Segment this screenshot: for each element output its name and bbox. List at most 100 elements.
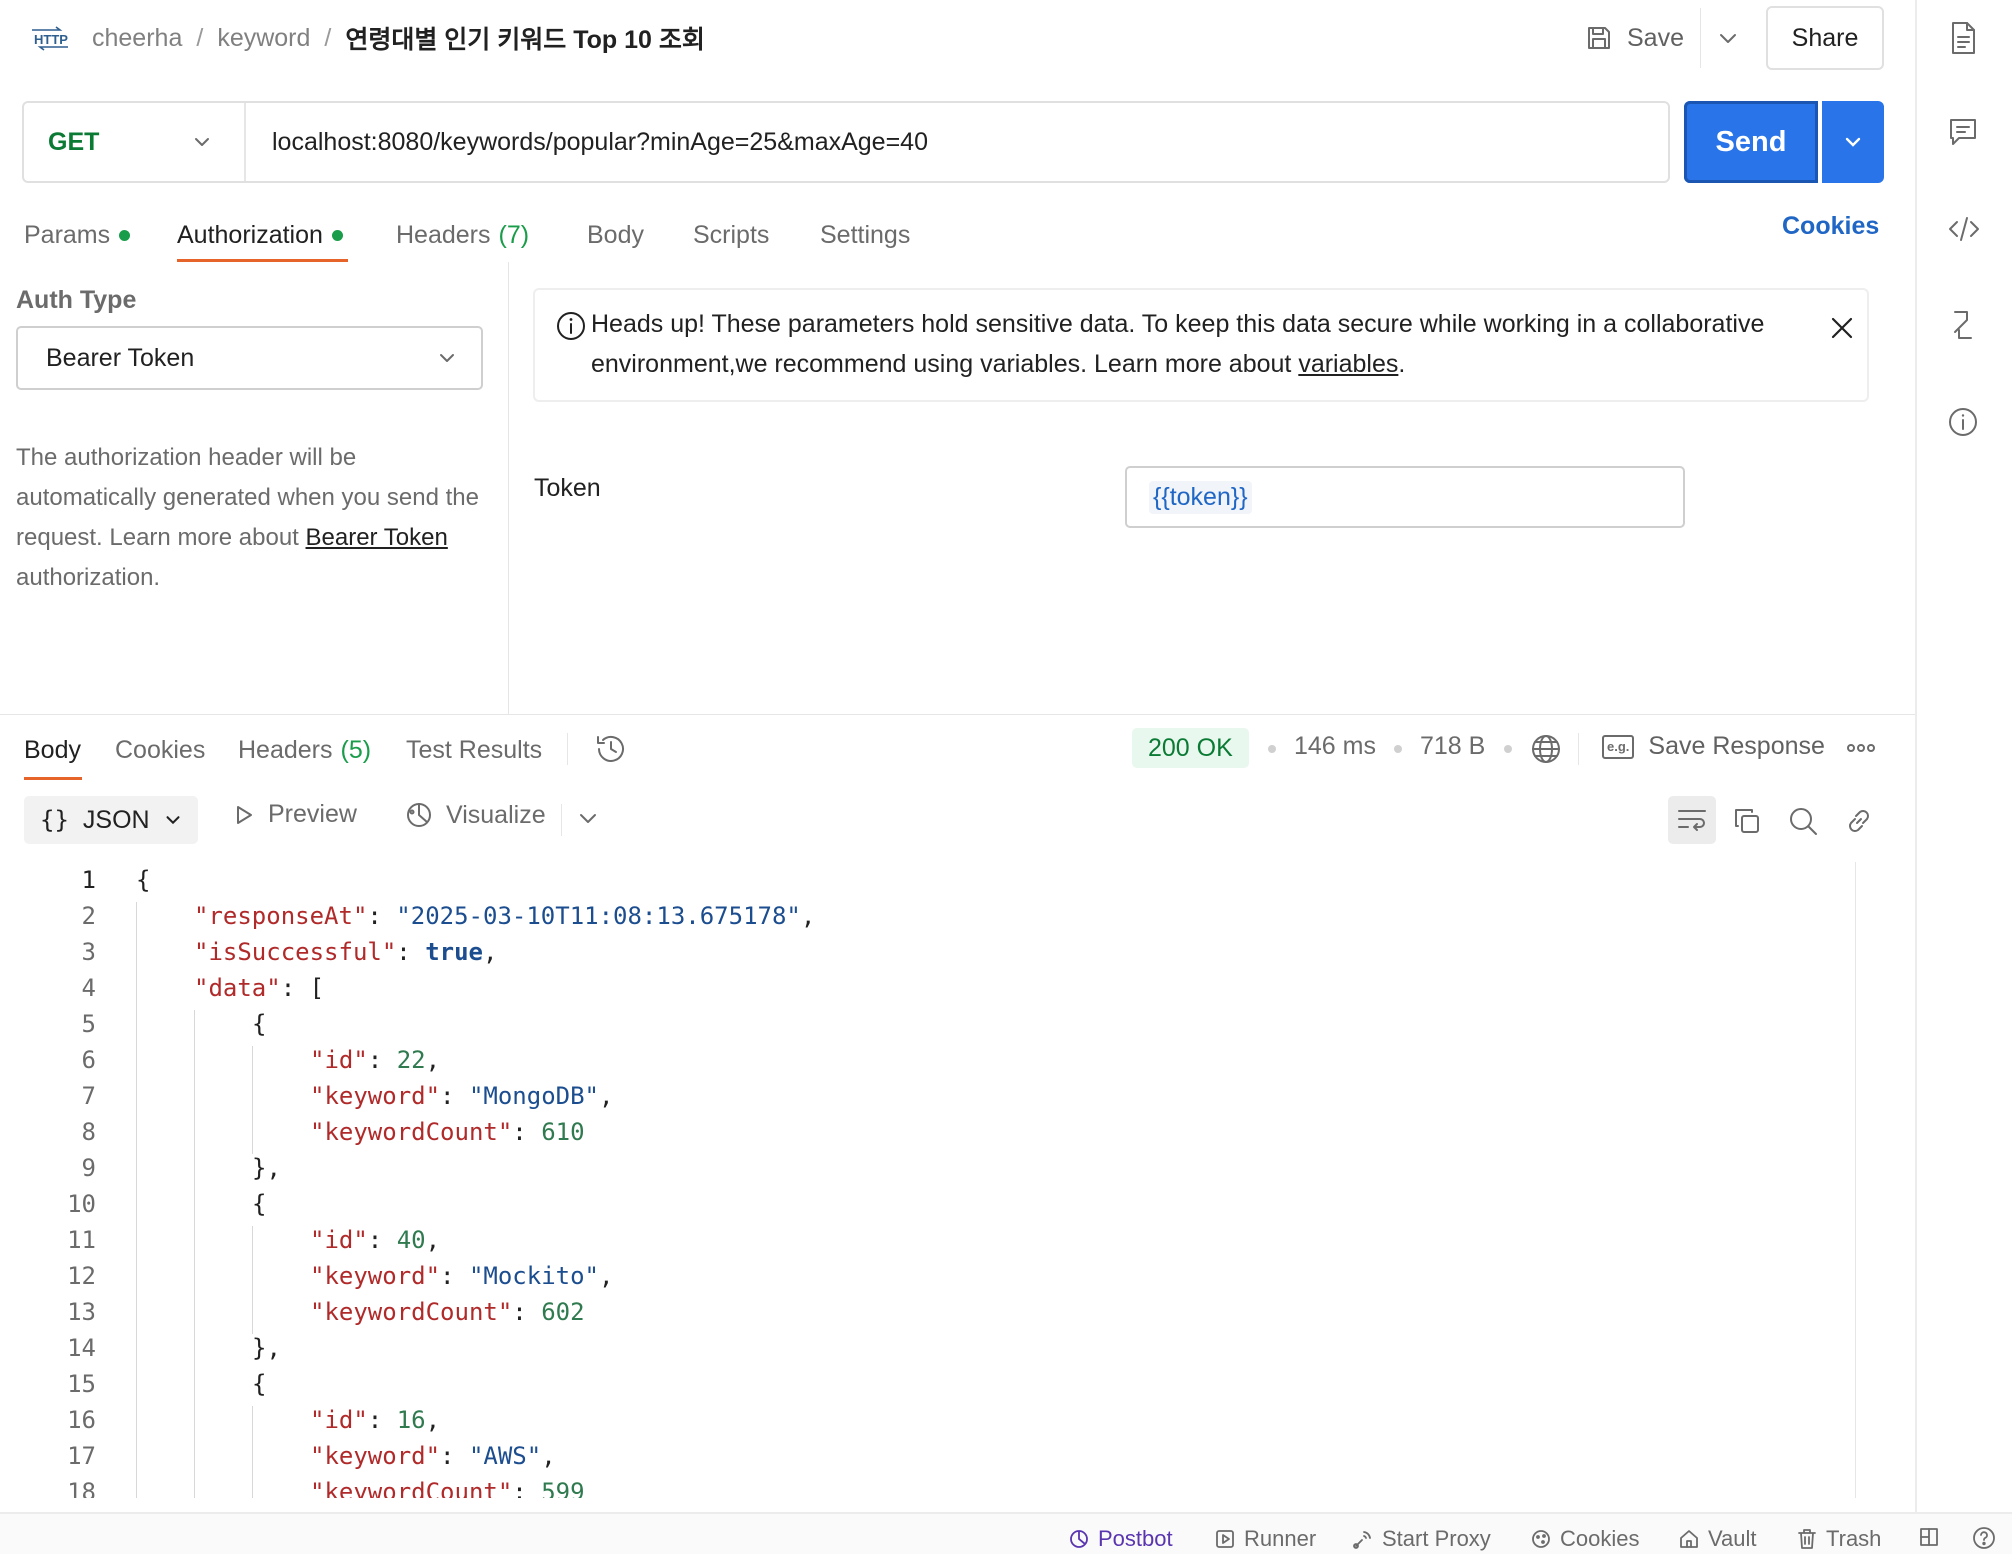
method-select[interactable]: GET xyxy=(24,103,246,181)
tab-settings[interactable]: Settings xyxy=(820,210,910,260)
tab-scripts[interactable]: Scripts xyxy=(693,210,769,260)
globe-icon[interactable] xyxy=(1529,732,1563,766)
code-line[interactable]: "keywordCount": 610 xyxy=(310,1118,585,1146)
layout-toggle-icon[interactable] xyxy=(1918,1526,1948,1548)
breadcrumb-workspace[interactable]: cheerha xyxy=(92,24,182,53)
code-token: "keyword" xyxy=(310,1442,441,1470)
editor-scrollbar[interactable] xyxy=(1855,862,1856,1498)
response-tab-body[interactable]: Body xyxy=(24,730,81,770)
runner-button[interactable]: Runner xyxy=(1214,1526,1316,1552)
request-name[interactable]: 연령대별 인기 키워드 Top 10 조회 xyxy=(345,20,705,56)
chevron-down-icon[interactable] xyxy=(574,804,602,832)
response-time[interactable]: 146 ms xyxy=(1294,732,1376,761)
wrap-lines-button[interactable] xyxy=(1668,796,1716,844)
response-tab-headers[interactable]: Headers (5) xyxy=(238,730,371,770)
trash-button[interactable]: Trash xyxy=(1796,1526,1881,1552)
response-tab-cookies[interactable]: Cookies xyxy=(115,730,205,770)
comment-icon[interactable] xyxy=(1947,116,1979,148)
save-button[interactable]: Save xyxy=(1585,16,1684,60)
start-proxy-button[interactable]: Start Proxy xyxy=(1352,1526,1491,1552)
code-line[interactable]: { xyxy=(136,866,150,894)
code-line[interactable]: "keywordCount": 599 xyxy=(310,1478,585,1498)
response-tab-test-results[interactable]: Test Results xyxy=(406,730,542,770)
tab-body[interactable]: Body xyxy=(587,210,644,260)
auth-type-select[interactable]: Bearer Token xyxy=(16,326,483,390)
play-icon xyxy=(232,803,256,827)
trash-icon xyxy=(1796,1528,1826,1550)
indent-guide xyxy=(136,902,137,1498)
trash-label: Trash xyxy=(1826,1526,1882,1551)
request-response-splitter[interactable] xyxy=(0,714,1915,715)
code-line[interactable]: "id": 16, xyxy=(310,1406,440,1434)
send-button[interactable]: Send xyxy=(1684,101,1818,183)
close-icon[interactable] xyxy=(1828,314,1856,342)
breadcrumb-collection[interactable]: keyword xyxy=(217,24,310,53)
tab-headers[interactable]: Headers (7) xyxy=(396,210,529,260)
url-input[interactable] xyxy=(246,103,1668,181)
code-token: "keyword" xyxy=(310,1262,441,1290)
visualize-button[interactable]: Visualize xyxy=(404,800,546,830)
code-line[interactable]: }, xyxy=(252,1334,281,1362)
code-line[interactable]: "id": 22, xyxy=(310,1046,440,1074)
tab-label: Headers xyxy=(238,735,333,764)
response-size[interactable]: 718 B xyxy=(1420,732,1485,761)
code-line[interactable]: "data": [ xyxy=(194,974,324,1002)
variables-link[interactable]: variables xyxy=(1298,350,1398,378)
wrap-lines-icon xyxy=(1676,806,1708,834)
help-icon[interactable] xyxy=(1972,1526,2004,1550)
proxy-icon xyxy=(1352,1528,1382,1550)
code-token: { xyxy=(252,1370,267,1398)
info-icon[interactable] xyxy=(1947,406,1979,438)
response-body-editor[interactable]: 1 {2 "responseAt": "2025-03-10T11:08:13.67… xyxy=(0,862,1860,1498)
code-line[interactable]: "keyword": "AWS", xyxy=(310,1442,556,1470)
code-line[interactable]: { xyxy=(252,1370,266,1398)
token-label: Token xyxy=(534,474,601,502)
share-button[interactable]: Share xyxy=(1766,6,1884,70)
code-icon[interactable] xyxy=(1947,214,1981,244)
history-icon[interactable] xyxy=(594,732,628,766)
tab-authorization[interactable]: Authorization xyxy=(177,210,343,260)
chevron-down-icon xyxy=(162,809,184,831)
link-icon[interactable] xyxy=(1844,806,1874,836)
code-token: : xyxy=(367,1046,397,1074)
document-icon[interactable] xyxy=(1947,20,1979,56)
code-line[interactable]: "isSuccessful": true, xyxy=(194,938,497,966)
braces-icon: {} xyxy=(40,806,69,834)
bearer-token-link[interactable]: Bearer Token xyxy=(306,524,448,551)
code-line[interactable]: "id": 40, xyxy=(310,1226,440,1254)
tab-params[interactable]: Params xyxy=(24,210,131,260)
method-value: GET xyxy=(48,127,100,156)
save-response-button[interactable]: e.g. Save Response xyxy=(1602,732,1825,761)
copy-icon[interactable] xyxy=(1732,806,1762,836)
search-icon[interactable] xyxy=(1788,806,1818,836)
postbot-label: Postbot xyxy=(1098,1526,1173,1551)
code-token: : xyxy=(440,1262,469,1290)
preview-button[interactable]: Preview xyxy=(232,800,357,829)
code-token: "keyword" xyxy=(310,1082,441,1110)
related-requests-icon[interactable] xyxy=(1947,308,1979,342)
code-line[interactable]: "responseAt": "2025-03-10T11:08:13.67517… xyxy=(194,902,815,930)
banner-text: Heads up! These parameters hold sensitiv… xyxy=(591,304,1821,384)
code-line[interactable]: }, xyxy=(252,1154,281,1182)
postbot-icon xyxy=(1068,1528,1098,1550)
save-options-chevron-down-icon[interactable] xyxy=(1712,22,1744,54)
code-line[interactable]: "keywordCount": 602 xyxy=(310,1298,585,1326)
send-options-button[interactable] xyxy=(1822,101,1884,183)
code-token: { xyxy=(252,1010,267,1038)
postbot-button[interactable]: Postbot xyxy=(1068,1526,1173,1552)
cookies-link[interactable]: Cookies xyxy=(1782,212,1879,241)
code-token: "AWS" xyxy=(468,1442,542,1470)
vault-button[interactable]: Vault xyxy=(1678,1526,1757,1552)
code-line[interactable]: { xyxy=(252,1190,266,1218)
statusbar-cookies-button[interactable]: Cookies xyxy=(1530,1526,1639,1552)
code-line[interactable]: "keyword": "Mockito", xyxy=(310,1262,613,1290)
status-badge[interactable]: 200 OK xyxy=(1132,728,1249,768)
code-line[interactable]: "keyword": "MongoDB", xyxy=(310,1082,613,1110)
more-icon[interactable] xyxy=(1846,740,1876,756)
token-input[interactable]: {{token}} xyxy=(1125,466,1685,528)
format-select[interactable]: {} JSON xyxy=(24,796,198,844)
pane-divider[interactable] xyxy=(508,262,509,714)
divider xyxy=(1700,8,1701,68)
right-sidebar xyxy=(1915,0,2012,1554)
code-line[interactable]: { xyxy=(252,1010,266,1038)
